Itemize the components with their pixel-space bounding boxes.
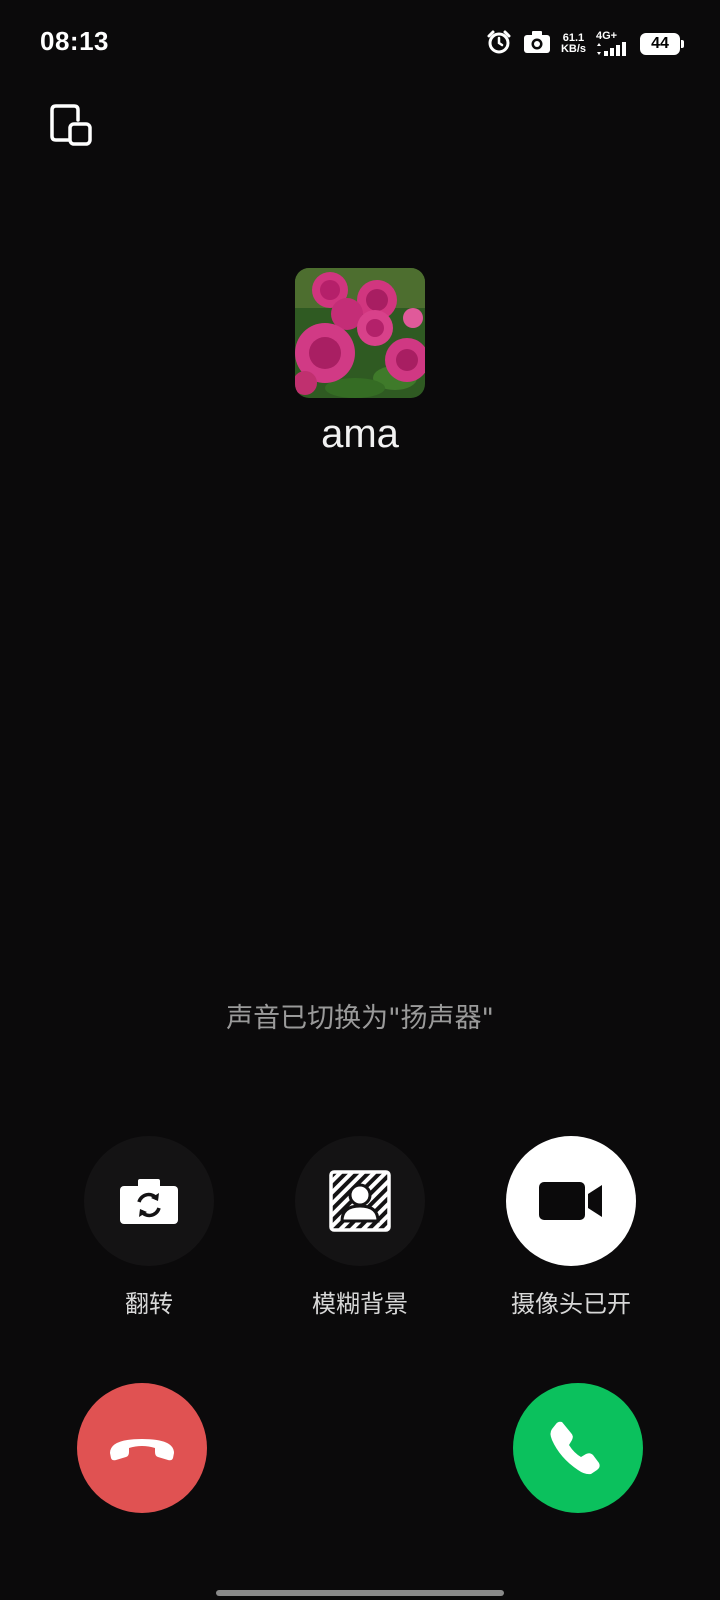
network-type-label: 4G+	[596, 29, 618, 42]
flip-camera-control: 翻转	[59, 1136, 239, 1319]
network-speed-unit: KB/s	[560, 43, 586, 55]
signal-icon	[596, 41, 630, 59]
floating-window-icon	[50, 104, 92, 146]
network-speed: 61.1 KB/s	[561, 33, 586, 55]
status-time: 08:13	[40, 26, 109, 56]
blur-background-control: 模糊背景	[270, 1136, 450, 1319]
camera-flip-icon	[120, 1179, 178, 1224]
status-icons: 61.1 KB/s 4G+ 44	[485, 28, 684, 60]
blur-background-button[interactable]	[295, 1136, 425, 1266]
accept-call-button[interactable]	[513, 1383, 643, 1513]
camera-toggle-button[interactable]	[506, 1136, 636, 1266]
audio-route-message: 声音已切换为"扬声器"	[226, 1003, 494, 1034]
blur-background-icon	[329, 1170, 391, 1232]
camera-toggle-control: 摄像头已开	[481, 1136, 661, 1319]
network-type: 4G+	[596, 30, 630, 59]
phone-icon	[550, 1421, 600, 1475]
camera-icon	[523, 29, 551, 59]
flip-camera-label: 翻转	[125, 1290, 173, 1318]
minimize-window-button[interactable]	[48, 102, 94, 148]
caller-name: ama	[321, 412, 399, 456]
home-indicator[interactable]	[216, 1590, 504, 1596]
flip-camera-button[interactable]	[84, 1136, 214, 1266]
battery-icon: 44	[640, 33, 684, 55]
status-bar: 08:13 61.1 KB/s 4G+ 44	[0, 0, 720, 90]
hang-up-icon	[110, 1439, 174, 1461]
alarm-icon	[485, 28, 513, 60]
video-camera-icon	[539, 1182, 602, 1220]
decline-call-button[interactable]	[77, 1383, 207, 1513]
camera-toggle-label: 摄像头已开	[511, 1290, 631, 1318]
caller-avatar	[295, 268, 425, 398]
blur-background-label: 模糊背景	[312, 1290, 408, 1318]
video-call-screen: 08:13 61.1 KB/s 4G+ 44 ama 声音已切换为"扬声器" 翻…	[0, 0, 720, 1600]
